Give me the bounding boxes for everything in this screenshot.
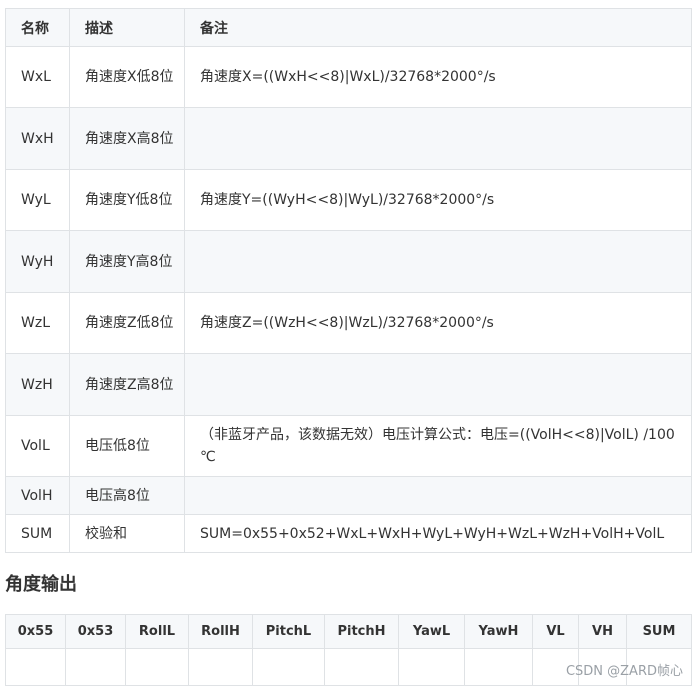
cell-note	[184, 476, 692, 515]
cell-description: 角速度Y高8位	[69, 230, 185, 293]
cell-name: WzL	[5, 292, 70, 354]
table-row: WyL 角速度Y低8位 角速度Y=((WyH<<8)|WyL)/32768*20…	[5, 169, 692, 231]
empty-cell	[65, 648, 126, 686]
header-cell: YawH	[464, 614, 533, 649]
watermark: CSDN @ZARD帧心	[565, 664, 683, 679]
header-cell: RollL	[125, 614, 189, 649]
empty-cell	[5, 648, 66, 686]
table-row: SUM 校验和 SUM=0x55+0x52+WxL+WxH+WyL+WyH+Wz…	[5, 514, 692, 553]
cell-description: 角速度X高8位	[69, 107, 185, 170]
cell-note: 角速度Y=((WyH<<8)|WyL)/32768*2000°/s	[184, 169, 692, 231]
empty-cell	[125, 648, 189, 686]
header-cell: PitchH	[324, 614, 399, 649]
table-row: WyH 角速度Y高8位	[5, 230, 692, 293]
cell-name: VolH	[5, 476, 70, 515]
table-row: WxL 角速度X低8位 角速度X=((WxH<<8)|WxL)/32768*20…	[5, 46, 692, 108]
cell-name: SUM	[5, 514, 70, 553]
cell-name: WxH	[5, 107, 70, 170]
cell-name: WyH	[5, 230, 70, 293]
cell-description: 角速度Y低8位	[69, 169, 185, 231]
cell-name: VolL	[5, 415, 70, 477]
empty-cell	[398, 648, 465, 686]
cell-description: 校验和	[69, 514, 185, 553]
header-cell: RollH	[188, 614, 253, 649]
header-cell: PitchL	[252, 614, 325, 649]
header-note: 备注	[184, 8, 692, 47]
empty-cell	[324, 648, 399, 686]
table-row: VolL 电压低8位 （非蓝牙产品，该数据无效）电压计算公式：电压=((VolH…	[5, 415, 692, 477]
cell-note: SUM=0x55+0x52+WxL+WxH+WyL+WyH+WzL+WzH+Vo…	[184, 514, 692, 553]
header-cell: YawL	[398, 614, 465, 649]
cell-name: WyL	[5, 169, 70, 231]
table-row: WxH 角速度X高8位	[5, 107, 692, 170]
table-row: VolH 电压高8位	[5, 476, 692, 515]
section-title: 角度输出	[5, 574, 77, 595]
header-cell: VL	[532, 614, 579, 649]
cell-description: 角速度Z低8位	[69, 292, 185, 354]
cell-name: WzH	[5, 353, 70, 416]
empty-cell	[188, 648, 253, 686]
register-header-row: 名称 描述 备注	[5, 8, 692, 47]
header-cell: 0x55	[5, 614, 66, 649]
cell-description: 角速度X低8位	[69, 46, 185, 108]
empty-cell	[252, 648, 325, 686]
header-description: 描述	[69, 8, 185, 47]
cell-note: 角速度X=((WxH<<8)|WxL)/32768*2000°/s	[184, 46, 692, 108]
header-cell: 0x53	[65, 614, 126, 649]
cell-note: （非蓝牙产品，该数据无效）电压计算公式：电压=((VolH<<8)|VolL) …	[184, 415, 692, 477]
table-row: WzL 角速度Z低8位 角速度Z=((WzH<<8)|WzL)/32768*20…	[5, 292, 692, 354]
cell-note	[184, 230, 692, 293]
header-cell: VH	[578, 614, 627, 649]
register-table: 名称 描述 备注 WxL 角速度X低8位 角速度X=((WxH<<8)|WxL)…	[5, 8, 692, 553]
cell-note	[184, 107, 692, 170]
cell-note: 角速度Z=((WzH<<8)|WzL)/32768*2000°/s	[184, 292, 692, 354]
table-row: WzH 角速度Z高8位	[5, 353, 692, 416]
cell-description: 角速度Z高8位	[69, 353, 185, 416]
cell-description: 电压高8位	[69, 476, 185, 515]
angle-header-row: 0x55 0x53 RollL RollH PitchL PitchH YawL…	[5, 614, 692, 649]
cell-description: 电压低8位	[69, 415, 185, 477]
header-cell: SUM	[626, 614, 692, 649]
empty-cell	[464, 648, 533, 686]
header-name: 名称	[5, 8, 70, 47]
cell-note	[184, 353, 692, 416]
cell-name: WxL	[5, 46, 70, 108]
